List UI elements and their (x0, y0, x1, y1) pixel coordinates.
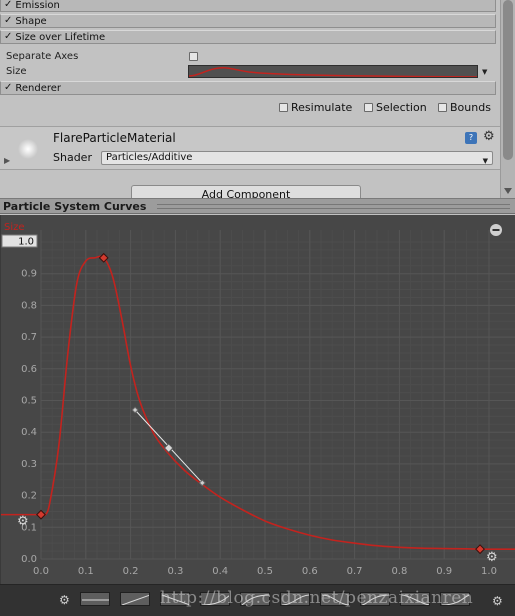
x-tick-label: 0.8 (391, 566, 407, 577)
x-tick-label: 0.2 (123, 566, 139, 577)
presets-settings-gear-icon[interactable]: ⚙ (492, 594, 503, 608)
scroll-down-arrow-icon[interactable] (504, 188, 512, 194)
material-name: FlareParticleMaterial (53, 131, 176, 145)
size-dropdown-arrow-icon[interactable]: ▼ (482, 68, 487, 76)
renderer-checkbox[interactable]: ✓ (4, 83, 12, 93)
resimulate-label: Resimulate (291, 101, 353, 114)
y-tick-label: 0.8 (21, 300, 37, 311)
max-value-text: 1.0 (18, 237, 34, 248)
resimulate-toggle[interactable]: Resimulate (279, 101, 352, 114)
y-tick-label: 0.3 (21, 459, 37, 470)
material-section: ▶ FlareParticleMaterial ? ⚙ Shader Parti… (0, 126, 500, 170)
presets-gear-icon[interactable]: ⚙ (59, 593, 70, 607)
bounds-checkbox[interactable] (438, 103, 447, 112)
x-tick-label: 1.0 (481, 566, 497, 577)
watermark-text: http://blog.csdn.net/penzaixianren (160, 588, 474, 608)
curve-editor[interactable]: 0.0 0.1 0.2 0.3 0.4 0.5 0.6 0.7 0.8 0.9 1.0 0.0 0.1 0… (0, 215, 515, 584)
bounds-toggle[interactable]: Bounds (438, 101, 491, 114)
x-tick-label: 0.7 (347, 566, 363, 577)
module-emission[interactable]: ✓ Emission (0, 0, 496, 12)
help-book-icon[interactable]: ? (465, 132, 477, 144)
y-tick-label: 0.7 (21, 332, 37, 343)
curve-axis-label: Size (4, 222, 25, 233)
curve-preset-flat[interactable] (80, 592, 110, 606)
shader-dropdown[interactable]: Particles/Additive ▼ (101, 151, 493, 165)
selection-label: Selection (376, 101, 427, 114)
y-tick-label: 0.9 (21, 269, 37, 280)
size-row: Size (6, 64, 27, 78)
x-tick-label: 0.5 (257, 566, 273, 577)
inspector-panel: ✓ Emission ✓ Shape ✓ Size over Lifetime … (0, 0, 515, 198)
inspector-scrollbar[interactable] (500, 0, 515, 198)
material-preview-thumbnail[interactable] (10, 133, 46, 165)
x-tick-label: 0.0 (33, 566, 49, 577)
drag-grip[interactable] (157, 204, 510, 209)
curve-preset-shape-icon (82, 599, 109, 601)
size-over-lifetime-checkbox[interactable]: ✓ (4, 32, 12, 42)
post-wrap-gear-icon[interactable]: ⚙ (486, 550, 498, 565)
y-tick-label: 0.6 (21, 364, 37, 375)
curve-editor-canvas[interactable]: 0.0 0.1 0.2 0.3 0.4 0.5 0.6 0.7 0.8 0.9 1.00.00.10… (1, 215, 515, 584)
module-shape[interactable]: ✓ Shape (0, 14, 496, 28)
selection-toggle[interactable]: Selection (364, 101, 427, 114)
curve-preset-shape-icon (121, 594, 149, 605)
module-label-renderer: Renderer (15, 82, 62, 94)
pre-wrap-gear-icon[interactable]: ⚙ (17, 514, 29, 529)
material-gear-icon[interactable]: ⚙ (483, 129, 495, 144)
module-size-over-lifetime[interactable]: ✓ Size over Lifetime (0, 30, 496, 44)
inspector-scroll-thumb[interactable] (503, 0, 513, 160)
size-label: Size (6, 65, 27, 77)
material-foldout-icon[interactable]: ▶ (4, 156, 10, 165)
bounds-label: Bounds (450, 101, 491, 114)
remove-curve-icon-bar (492, 229, 500, 231)
shader-label: Shader (53, 151, 92, 164)
x-tick-label: 0.4 (212, 566, 228, 577)
curve-preset-linear-up[interactable] (120, 592, 150, 606)
separate-axes-label: Separate Axes (6, 50, 79, 62)
selection-checkbox[interactable] (364, 103, 373, 112)
curves-window-title: Particle System Curves (3, 200, 147, 213)
separate-axes-checkbox[interactable] (189, 52, 198, 61)
y-tick-label: 0.2 (21, 491, 37, 502)
separate-axes-row: Separate Axes (6, 49, 78, 63)
size-curve-field[interactable] (188, 65, 478, 78)
module-renderer[interactable]: ✓ Renderer (0, 81, 496, 95)
resimulate-checkbox[interactable] (279, 103, 288, 112)
shape-checkbox[interactable]: ✓ (4, 16, 12, 26)
size-curve-preview (189, 67, 477, 77)
add-component-button[interactable]: Add Component (131, 185, 361, 198)
module-label-size-over-lifetime: Size over Lifetime (15, 31, 106, 43)
module-label-shape: Shape (15, 15, 47, 27)
x-tick-label: 0.9 (436, 566, 452, 577)
x-tick-label: 0.6 (302, 566, 318, 577)
x-tick-label: 0.3 (167, 566, 183, 577)
curves-window-header[interactable]: Particle System Curves (0, 198, 515, 214)
shader-dropdown-arrow-icon: ▼ (482, 157, 488, 165)
module-label-emission: Emission (15, 0, 60, 11)
y-tick-label: 0.5 (21, 396, 37, 407)
shader-value: Particles/Additive (106, 152, 193, 163)
emission-checkbox[interactable]: ✓ (4, 0, 12, 10)
keyframe[interactable] (475, 544, 485, 555)
curve-presets-bar: ⚙ ⚙ http://blog.csdn.net/penzaixianren (0, 584, 515, 616)
y-tick-label: 0.4 (21, 427, 37, 438)
x-tick-label: 0.1 (78, 566, 94, 577)
y-tick-label: 0.0 (21, 554, 37, 565)
